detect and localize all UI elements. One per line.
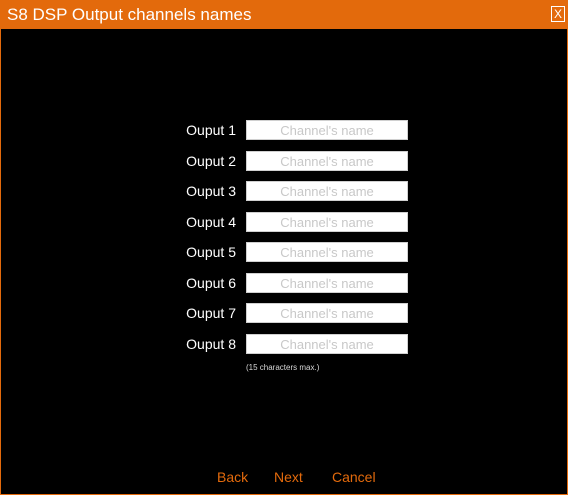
output-label-6: Ouput 6: [186, 275, 236, 291]
output-label-1: Ouput 1: [186, 122, 236, 138]
output-name-input-8[interactable]: [246, 334, 408, 354]
output-label-5: Ouput 5: [186, 244, 236, 260]
output-label-7: Ouput 7: [186, 305, 236, 321]
output-row-8: Ouput 8: [1, 334, 567, 355]
output-row-1: Ouput 1: [1, 120, 567, 141]
output-name-input-6[interactable]: [246, 273, 408, 293]
output-row-3: Ouput 3: [1, 181, 567, 202]
window-title: S8 DSP Output channels names: [7, 5, 252, 24]
output-label-2: Ouput 2: [186, 153, 236, 169]
output-row-7: Ouput 7: [1, 303, 567, 324]
output-row-2: Ouput 2: [1, 151, 567, 172]
output-row-5: Ouput 5: [1, 242, 567, 263]
output-name-input-1[interactable]: [246, 120, 408, 140]
max-length-hint: (15 characters max.): [246, 363, 320, 372]
back-button[interactable]: Back: [217, 468, 248, 486]
output-label-4: Ouput 4: [186, 214, 236, 230]
output-name-input-5[interactable]: [246, 242, 408, 262]
output-name-input-4[interactable]: [246, 212, 408, 232]
next-button[interactable]: Next: [274, 468, 303, 486]
output-name-input-2[interactable]: [246, 151, 408, 171]
output-name-input-7[interactable]: [246, 303, 408, 323]
cancel-button[interactable]: Cancel: [332, 468, 376, 486]
output-row-4: Ouput 4: [1, 212, 567, 233]
title-bar: S8 DSP Output channels names X: [1, 1, 567, 29]
output-name-input-3[interactable]: [246, 181, 408, 201]
output-label-3: Ouput 3: [186, 183, 236, 199]
output-row-6: Ouput 6: [1, 273, 567, 294]
output-label-8: Ouput 8: [186, 336, 236, 352]
close-button[interactable]: X: [551, 6, 565, 22]
dialog-window: S8 DSP Output channels names X Ouput 1 O…: [0, 0, 568, 495]
